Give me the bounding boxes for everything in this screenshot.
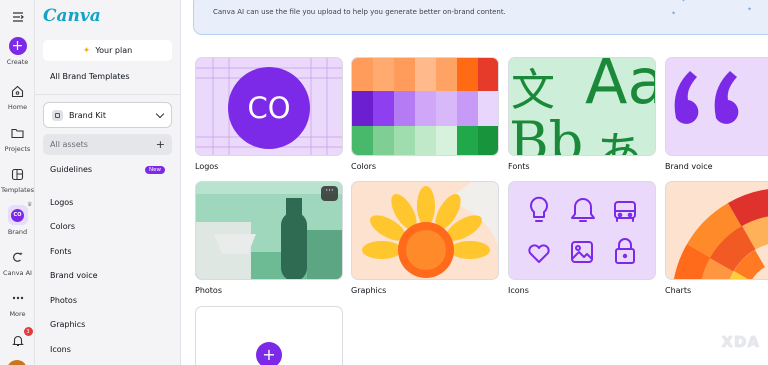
rail-brand[interactable]: CO ♛ Brand [0, 201, 35, 236]
new-badge: New [145, 165, 165, 174]
avatar[interactable] [7, 360, 27, 365]
fonts-card-label: Fonts [508, 162, 530, 171]
panel-item-logos[interactable]: Logos [50, 198, 73, 207]
colors-card-label: Colors [351, 162, 377, 171]
bell-icon: 3 [9, 327, 33, 349]
graphics-card[interactable] [351, 181, 499, 280]
flower-graphic [352, 182, 498, 279]
xda-watermark: XDA [721, 333, 760, 351]
your-plan-button[interactable]: ✦ Your plan [43, 40, 172, 61]
home-label: Home [7, 103, 28, 111]
panel-item-graphics[interactable]: Graphics [50, 320, 85, 329]
brand-voice-card-label: Brand voice [665, 162, 713, 171]
add-card[interactable]: + [195, 306, 343, 365]
templates-icon [9, 165, 27, 183]
rail-templates[interactable]: Templates [0, 165, 35, 194]
font-glyph-kanji: 文 [511, 65, 555, 116]
all-brand-templates-link[interactable]: All Brand Templates [50, 72, 130, 81]
color-palette-art [352, 58, 498, 155]
canva-ai-banner: Canva AI can use the file you upload to … [193, 0, 768, 35]
logo-monogram-text: CO [247, 90, 291, 125]
all-assets-label: All assets [50, 140, 88, 149]
home-icon [9, 82, 27, 100]
font-glyph-serif: Bb [509, 110, 584, 156]
font-glyph-hiragana: あ [595, 127, 644, 156]
icons-card-label: Icons [508, 286, 529, 295]
guidelines-label: Guidelines [50, 165, 93, 174]
radial-chart-art [674, 189, 768, 279]
panel-item-brand-voice[interactable]: Brand voice [50, 271, 98, 280]
add-asset-icon[interactable]: + [156, 139, 165, 150]
projects-label: Projects [4, 145, 31, 153]
icons-grid-art [528, 196, 636, 264]
graphics-card-label: Graphics [351, 286, 387, 295]
more-label: More [9, 310, 26, 318]
canva-logo[interactable]: Canva [43, 6, 101, 26]
brand-kit-select[interactable]: Brand Kit [43, 102, 172, 128]
ai-sparkle-icon [9, 248, 27, 266]
hamburger-menu-icon [9, 8, 27, 26]
more-dots-icon [9, 289, 27, 307]
crown-icon: ✦ [82, 45, 91, 56]
chevron-down-icon [155, 109, 165, 118]
brand-label: Brand [7, 228, 28, 236]
menu-button[interactable] [0, 8, 35, 26]
create-button[interactable]: + Create [0, 37, 35, 66]
sparkle-icon: ✦ [747, 6, 753, 13]
photos-card-label: Photos [195, 286, 222, 295]
left-rail: + Create Home Projects Templates CO ♛ Br… [0, 0, 35, 365]
rail-more[interactable]: More [0, 289, 35, 318]
panel-item-icons[interactable]: Icons [50, 345, 71, 354]
fonts-card[interactable]: 文 Aa Bb あ [508, 57, 656, 156]
brand-kit-label: Brand Kit [69, 110, 106, 120]
guidelines-item[interactable]: Guidelines New [43, 162, 172, 177]
crown-icon: ♛ [27, 201, 33, 208]
photos-more-button[interactable]: ··· [321, 186, 338, 201]
icons-card[interactable] [508, 181, 656, 280]
brand-tile: CO ♛ [7, 201, 33, 225]
brand-logo-icon: CO [11, 208, 24, 222]
colors-card[interactable] [351, 57, 499, 156]
rail-projects[interactable]: Projects [0, 124, 35, 153]
notification-badge: 3 [23, 327, 33, 336]
panel-item-colors[interactable]: Colors [50, 222, 75, 231]
main-content: Canva AI can use the file you upload to … [181, 0, 768, 365]
create-label: Create [6, 58, 29, 66]
your-plan-label: Your plan [95, 46, 133, 55]
all-assets-item[interactable]: All assets + [43, 134, 172, 155]
rail-notifications[interactable]: 3 [0, 327, 35, 349]
plus-icon: + [8, 37, 27, 55]
sparkle-icon: ✦ [681, 0, 687, 4]
rail-home[interactable]: Home [0, 82, 35, 111]
brand-voice-card[interactable] [665, 57, 768, 156]
sparkle-icon: ✦ [671, 10, 677, 17]
photos-card[interactable]: ··· [195, 181, 343, 280]
logos-card-label: Logos [195, 162, 219, 171]
charts-card-label: Charts [665, 286, 692, 295]
rail-canva-ai[interactable]: Canva AI [0, 248, 35, 277]
quote-mark-icon [674, 71, 739, 124]
charts-card[interactable] [665, 181, 768, 280]
divider [35, 94, 181, 95]
font-glyph-latin: Aa [585, 57, 655, 118]
canva-ai-label: Canva AI [3, 269, 32, 277]
logos-card[interactable]: CO [195, 57, 343, 156]
folder-icon [9, 124, 27, 142]
banner-text: Canva AI can use the file you upload to … [213, 8, 506, 16]
templates-label: Templates [0, 186, 35, 194]
add-button[interactable]: + [256, 342, 282, 365]
brand-kit-icon [52, 109, 63, 121]
panel-item-photos[interactable]: Photos [50, 296, 77, 305]
brand-side-panel: Canva ✦ Your plan All Brand Templates Br… [35, 0, 181, 365]
panel-item-fonts[interactable]: Fonts [50, 247, 72, 256]
